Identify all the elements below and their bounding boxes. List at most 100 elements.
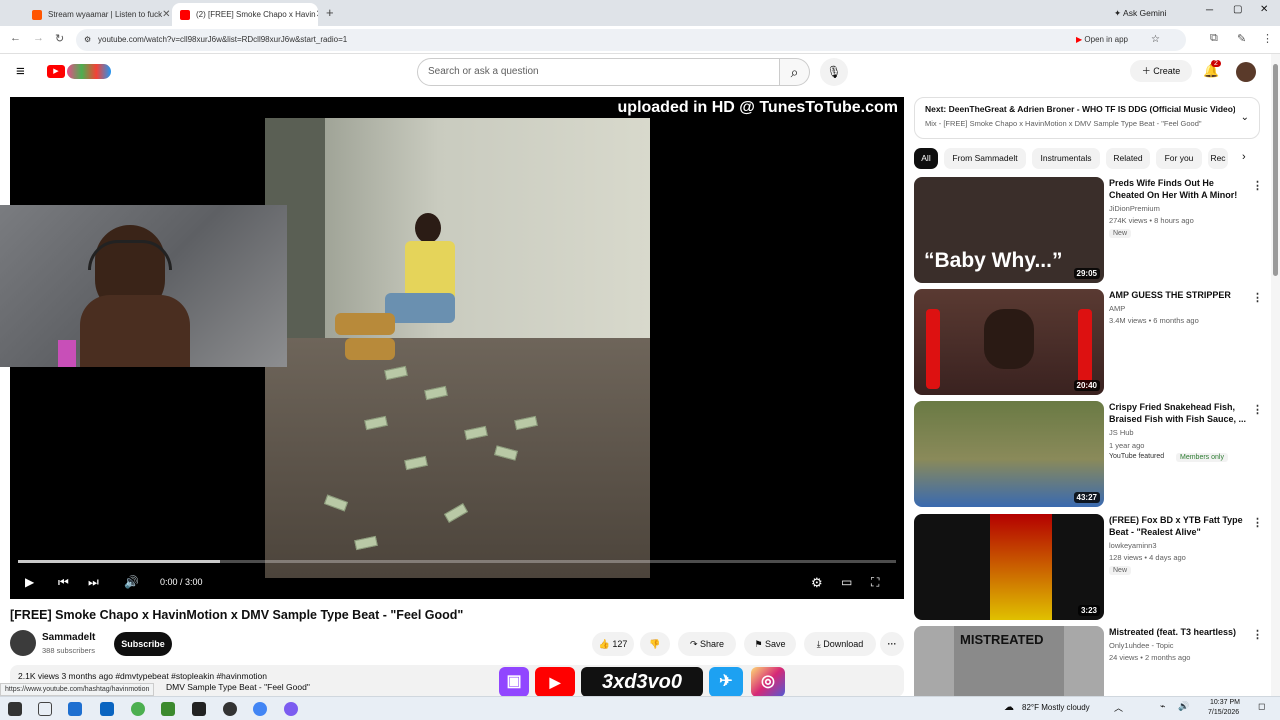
account-avatar[interactable] [1236, 62, 1256, 82]
recommendation-item[interactable]: MISTREATED Mistreated (feat. T3 heartles… [914, 626, 1270, 696]
theater-mode-icon[interactable]: ▭ [841, 575, 852, 589]
play-icon[interactable]: ▶ [25, 575, 34, 589]
thumbs-down-icon: 👎 [649, 639, 661, 649]
close-tab-icon[interactable]: ✕ [316, 9, 318, 20]
duration-badge: 20:40 [1073, 380, 1100, 391]
share-button[interactable]: ↷ Share [678, 632, 736, 656]
search-button[interactable]: ⌕ [780, 58, 810, 86]
tray-chevron-icon[interactable]: ︿ [1114, 701, 1123, 714]
channel-avatar[interactable] [10, 630, 36, 656]
settings-icon[interactable]: ⚙ [811, 575, 823, 591]
video-thumbnail[interactable]: MISTREATED [914, 626, 1104, 696]
extensions-icon[interactable]: ⧉ [1210, 32, 1218, 45]
recommendation-item[interactable]: 43:27 Crispy Fried Snakehead Fish, Brais… [914, 401, 1270, 507]
create-button[interactable]: ＋ Create [1130, 60, 1192, 82]
chrome-icon[interactable] [131, 702, 145, 716]
new-tab-button[interactable]: + [326, 5, 334, 20]
doodle-balls-icon [67, 64, 111, 79]
scrollbar-thumb[interactable] [1273, 64, 1278, 276]
youtube-logo-icon: ▶ [47, 65, 65, 78]
site-info-icon[interactable]: ⚙ [84, 29, 91, 51]
chip-related[interactable]: Related [1106, 148, 1150, 169]
more-options-icon[interactable]: ⋮ [1252, 179, 1263, 192]
capcut-icon[interactable] [192, 702, 206, 716]
mix-playlist-title: Mix - [FREE] Smoke Chapo x HavinMotion x… [925, 119, 1202, 128]
minecraft-icon[interactable] [161, 702, 175, 716]
forward-icon[interactable]: → [33, 32, 44, 44]
gemini-icon: ✦ [1114, 8, 1122, 18]
chip-instrumentals[interactable]: Instrumentals [1032, 148, 1100, 169]
more-options-icon[interactable]: ⋮ [1252, 291, 1263, 304]
weather-text[interactable]: 82°F Mostly cloudy [1022, 703, 1090, 712]
url-field[interactable]: ⚙ youtube.com/watch?v=cll98xurJ6w&list=R… [76, 29, 1186, 51]
recommendation-item[interactable]: “Baby Why...” 29:05 Preds Wife Finds Out… [914, 177, 1270, 283]
like-button[interactable]: 👍 127 [592, 632, 634, 656]
dislike-button[interactable]: 👎 [640, 632, 670, 656]
recommendation-meta: 3.4M views • 6 months ago [1109, 316, 1199, 325]
chevron-right-icon[interactable]: › [1242, 151, 1246, 163]
notifications-button[interactable]: 🔔 2 [1203, 60, 1221, 79]
obs-icon[interactable] [223, 702, 237, 716]
video-progress-bar[interactable] [18, 560, 896, 563]
recommendation-item[interactable]: 20:40 AMP GUESS THE STRIPPER AMP 3.4M vi… [914, 289, 1270, 395]
close-window-icon[interactable]: ✕ [1260, 4, 1268, 15]
previous-icon[interactable]: ⏮ [58, 575, 69, 590]
extension-puzzle-icon[interactable]: ✎ [1237, 32, 1246, 45]
maximize-window-icon[interactable]: ▢ [1233, 4, 1242, 15]
outlook-icon[interactable] [100, 702, 114, 716]
back-icon[interactable]: ← [10, 32, 21, 44]
more-options-icon[interactable]: ⋮ [1252, 403, 1263, 416]
download-button[interactable]: ⤓ Download [804, 632, 876, 656]
start-menu-icon[interactable] [8, 702, 22, 716]
page-scrollbar[interactable] [1271, 54, 1280, 696]
browser-tab-soundcloud[interactable]: Stream wyaamar | Listen to fuck ✕ [24, 3, 170, 26]
open-in-app-button[interactable]: ▶ Open in app [1076, 29, 1128, 51]
chip-for-you[interactable]: For you [1156, 148, 1202, 169]
subscribe-button[interactable]: Subscribe [114, 632, 172, 656]
browser-menu-icon[interactable]: ⋮ [1262, 32, 1273, 45]
video-thumbnail[interactable]: 20:40 [914, 289, 1104, 395]
address-bar-row: ← → ↻ ⚙ youtube.com/watch?v=cll98xurJ6w&… [0, 26, 1280, 54]
chevron-down-icon[interactable]: ⌄ [1241, 112, 1249, 123]
more-options-icon[interactable]: ⋮ [1252, 516, 1263, 529]
hamburger-menu-icon[interactable]: ≡ [16, 63, 25, 80]
youtube-logo[interactable]: ▶ [47, 64, 111, 80]
browser-tab-youtube[interactable]: (2) [FREE] Smoke Chapo x Havin ✕ [172, 3, 318, 26]
ask-gemini-button[interactable]: ✦ Ask Gemini [1114, 5, 1167, 21]
chip-all[interactable]: All [914, 148, 938, 169]
bookmark-star-icon[interactable]: ☆ [1151, 29, 1160, 51]
messenger-icon[interactable] [284, 702, 298, 716]
task-view-icon[interactable] [38, 702, 52, 716]
video-title: [FREE] Smoke Chapo x HavinMotion x DMV S… [10, 608, 464, 622]
more-options-icon[interactable]: ⋮ [1252, 628, 1263, 641]
video-thumbnail[interactable]: 3:23 [914, 514, 1104, 620]
weather-icon[interactable]: ☁ [1004, 702, 1014, 713]
chip-recent[interactable]: Rec [1208, 148, 1228, 169]
next-video-title: Next: DeenTheGreat & Adrien Broner - WHO… [925, 104, 1235, 114]
network-icon[interactable]: ⌁ [1160, 701, 1165, 712]
reload-icon[interactable]: ↻ [55, 32, 64, 45]
fullscreen-icon[interactable]: ⛶ [871, 575, 879, 590]
volume-icon[interactable]: 🔊 [124, 575, 139, 589]
up-next-box[interactable]: Next: DeenTheGreat & Adrien Broner - WHO… [914, 97, 1260, 139]
clock-time[interactable]: 10:37 PM [1210, 699, 1240, 706]
voice-search-button[interactable]: 🎙 [820, 58, 848, 86]
thumbnail-caption: MISTREATED [960, 632, 1044, 647]
save-button[interactable]: ⚑ Save [744, 632, 796, 656]
recommendation-item[interactable]: 3:23 (FREE) Fox BD x YTB Fatt Type Beat … [914, 514, 1270, 620]
close-tab-icon[interactable]: ✕ [162, 9, 170, 20]
recommendation-channel: JS Hub [1109, 428, 1134, 437]
chrome-icon[interactable] [253, 702, 267, 716]
notification-center-icon[interactable]: ◻ [1258, 701, 1265, 712]
volume-icon[interactable]: 🔊 [1178, 701, 1189, 712]
file-explorer-icon[interactable] [68, 702, 82, 716]
channel-name[interactable]: Sammadelt [42, 632, 95, 643]
chip-from-channel[interactable]: From Sammadelt [944, 148, 1026, 169]
video-thumbnail[interactable]: “Baby Why...” 29:05 [914, 177, 1104, 283]
search-input[interactable]: Search or ask a question [417, 58, 780, 86]
more-actions-button[interactable]: ··· [880, 632, 904, 656]
minimize-window-icon[interactable]: ─ [1206, 5, 1213, 16]
clock-date[interactable]: 7/15/2026 [1208, 709, 1239, 716]
next-icon[interactable]: ⏭ [88, 575, 99, 590]
video-thumbnail[interactable]: 43:27 [914, 401, 1104, 507]
